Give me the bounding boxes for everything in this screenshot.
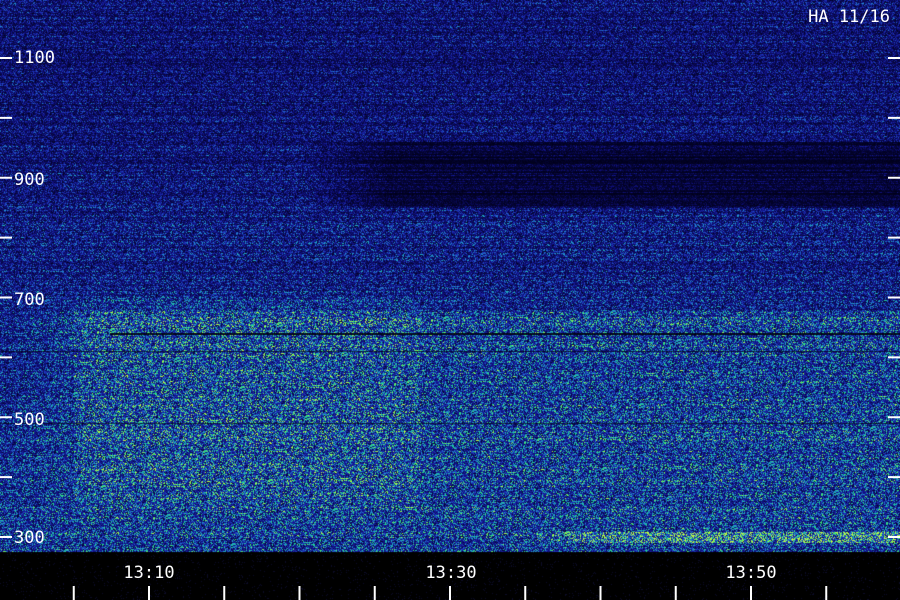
- x-tick-label-1350: 13:50: [725, 563, 776, 583]
- x-tick-label-1330: 13:30: [425, 563, 476, 583]
- chart-axes: HA 11/16 1100 900 700 500 300 13:10 13:3…: [0, 7, 900, 600]
- y-tick-label-700: 700: [14, 290, 45, 310]
- y-tick-label-500: 500: [14, 410, 45, 430]
- y-tick-label-900: 900: [14, 170, 45, 190]
- y-tick-label-1100: 1100: [14, 48, 55, 68]
- spectrogram-chart: HA 11/16 1100 900 700 500 300 13:10 13:3…: [0, 0, 900, 600]
- x-tick-label-1310: 13:10: [123, 563, 174, 583]
- axis-ticks: [0, 57, 900, 600]
- chart-title: HA 11/16: [808, 7, 890, 27]
- y-tick-label-300: 300: [14, 528, 45, 548]
